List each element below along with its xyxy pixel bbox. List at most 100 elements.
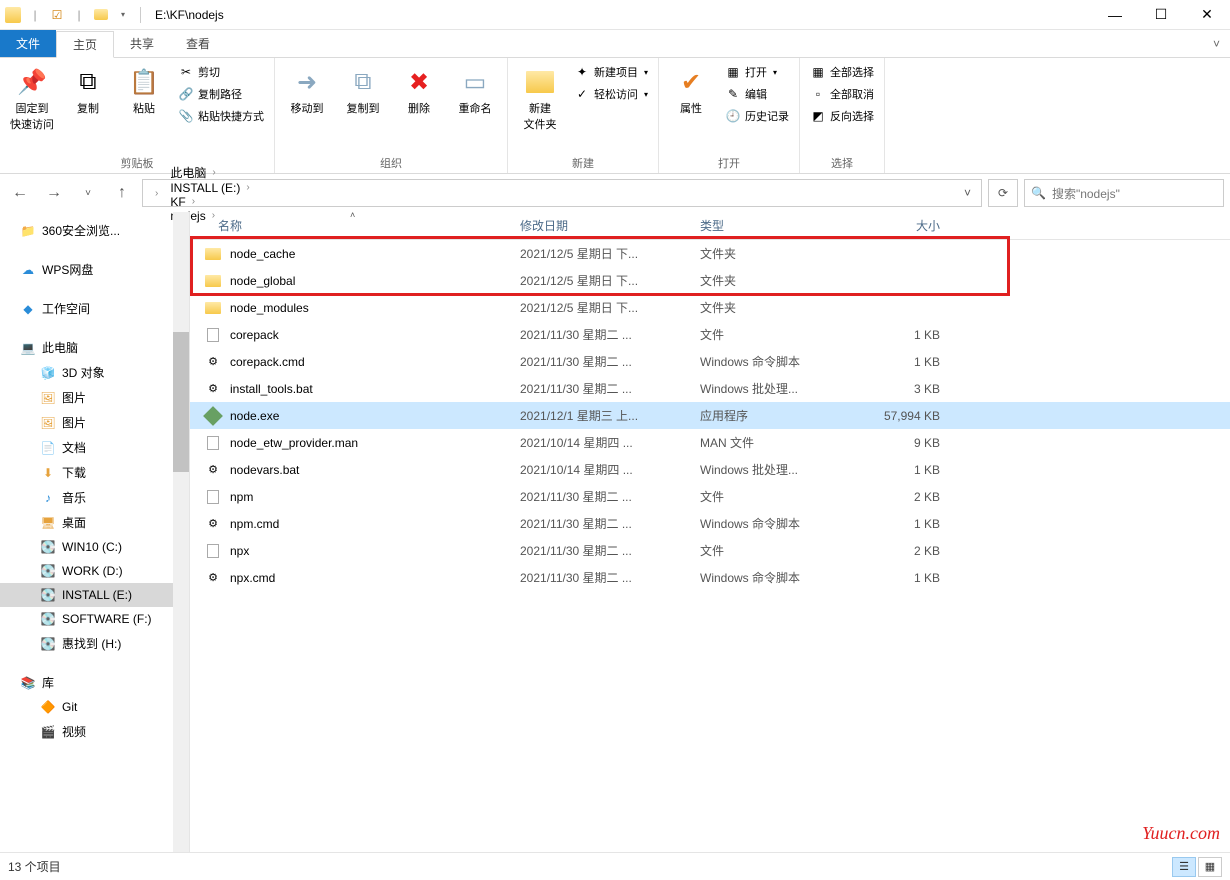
file-size: 1 KB (860, 328, 960, 342)
file-row[interactable]: node_etw_provider.man2021/10/14 星期四 ...M… (190, 429, 1230, 456)
paste-button[interactable]: 📋粘贴 (118, 62, 170, 120)
tree-item[interactable]: 📁360安全浏览... (0, 218, 189, 243)
copyto-button[interactable]: ⧉复制到 (337, 62, 389, 120)
file-row[interactable]: npx2021/11/30 星期二 ...文件2 KB (190, 537, 1230, 564)
delete-button[interactable]: ✖删除 (393, 62, 445, 120)
edit-button[interactable]: ✎编辑 (721, 84, 793, 104)
file-name: node.exe (230, 409, 520, 423)
selectnone-button[interactable]: ▫全部取消 (806, 84, 878, 104)
selectinvert-button[interactable]: ◩反向选择 (806, 106, 878, 126)
file-date: 2021/11/30 星期二 ... (520, 569, 700, 586)
file-row[interactable]: ⚙npx.cmd2021/11/30 星期二 ...Windows 命令脚本1 … (190, 564, 1230, 591)
tree-item[interactable]: 💻此电脑 (0, 335, 189, 360)
file-row[interactable]: node_global2021/12/5 星期日 下...文件夹 (190, 267, 1230, 294)
file-row[interactable]: ⚙nodevars.bat2021/10/14 星期四 ...Windows 批… (190, 456, 1230, 483)
history-button[interactable]: 🕘历史记录 (721, 106, 793, 126)
cut-button[interactable]: ✂剪切 (174, 62, 268, 82)
file-name: npx (230, 544, 520, 558)
tree-item[interactable]: 🧊3D 对象 (0, 360, 189, 385)
tree-label: 桌面 (62, 514, 86, 531)
tree-label: 360安全浏览... (42, 222, 120, 239)
tree-item[interactable]: 🖥桌面 (0, 510, 189, 535)
file-date: 2021/11/30 星期二 ... (520, 353, 700, 370)
breadcrumb-item[interactable]: INSTALL (E:)› (166, 181, 253, 195)
scrollbar[interactable] (173, 212, 189, 852)
tree-item[interactable]: ◆工作空间 (0, 296, 189, 321)
col-type[interactable]: 类型 (700, 217, 860, 234)
file-name: node_etw_provider.man (230, 436, 520, 450)
refresh-button[interactable]: ⟳ (988, 179, 1018, 207)
file-row[interactable]: corepack2021/11/30 星期二 ...文件1 KB (190, 321, 1230, 348)
col-name[interactable]: 名称 (190, 217, 520, 234)
tree-item[interactable]: 🖼图片 (0, 385, 189, 410)
close-button[interactable]: ✕ (1184, 0, 1230, 30)
tree-item[interactable]: 🔶Git (0, 695, 189, 719)
crumb-root[interactable]: › (151, 188, 162, 199)
tree-item[interactable]: 💽惠找到 (H:) (0, 631, 189, 656)
tab-view[interactable]: 查看 (170, 30, 226, 57)
address-dropdown[interactable]: ˅ (958, 186, 977, 200)
scrollbar-thumb[interactable] (173, 332, 189, 472)
moveto-button[interactable]: ➜移动到 (281, 62, 333, 120)
address-row: ← → ˅ ↑ › 此电脑›INSTALL (E:)›KF›nodejs› ˅ … (0, 174, 1230, 212)
breadcrumb-item[interactable]: KF› (166, 195, 253, 209)
address-bar[interactable]: › 此电脑›INSTALL (E:)›KF›nodejs› ˅ (142, 179, 982, 207)
tab-home[interactable]: 主页 (56, 31, 114, 58)
file-row[interactable]: node.exe2021/12/1 星期三 上...应用程序57,994 KB (190, 402, 1230, 429)
qat-dropdown[interactable]: ▾ (114, 6, 132, 24)
search-input[interactable]: 🔍 搜索"nodejs" (1024, 179, 1224, 207)
maximize-button[interactable]: ☐ (1138, 0, 1184, 30)
tree-item[interactable]: 💽WORK (D:) (0, 559, 189, 583)
minimize-button[interactable]: — (1092, 0, 1138, 30)
tree-item[interactable]: ⬇下载 (0, 460, 189, 485)
checkbox-icon[interactable]: ☑ (48, 6, 66, 24)
forward-button[interactable]: → (40, 179, 68, 207)
check-icon: ✔ (675, 66, 707, 98)
paste-icon: 📋 (128, 66, 160, 98)
file-row[interactable]: node_cache2021/12/5 星期日 下...文件夹 (190, 240, 1230, 267)
dl-icon: ⬇ (40, 465, 56, 481)
file-date: 2021/10/14 星期四 ... (520, 434, 700, 451)
tree-item[interactable]: 💽INSTALL (E:) (0, 583, 189, 607)
separator (140, 7, 141, 23)
tab-share[interactable]: 共享 (114, 30, 170, 57)
copypath-button[interactable]: 🔗复制路径 (174, 84, 268, 104)
copy-button[interactable]: ⧉复制 (62, 62, 114, 120)
file-row[interactable]: npm2021/11/30 星期二 ...文件2 KB (190, 483, 1230, 510)
pin-button[interactable]: 📌固定到 快速访问 (6, 62, 58, 136)
col-size[interactable]: 大小 (860, 217, 960, 234)
tree-item[interactable]: 🎬视频 (0, 719, 189, 744)
cloud-icon: ☁ (20, 262, 36, 278)
tab-file[interactable]: 文件 (0, 30, 56, 57)
collapse-ribbon-button[interactable]: ˅ (1203, 37, 1230, 51)
tree-item[interactable]: ☁WPS网盘 (0, 257, 189, 282)
back-button[interactable]: ← (6, 179, 34, 207)
thumbnails-view-button[interactable]: ▦ (1198, 857, 1222, 877)
breadcrumb-item[interactable]: 此电脑› (166, 164, 253, 181)
easyaccess-button[interactable]: ✓轻松访问▾ (570, 84, 652, 104)
selectall-button[interactable]: ▦全部选择 (806, 62, 878, 82)
chevron-right-icon: › (155, 188, 158, 199)
newitem-button[interactable]: ✦新建项目▾ (570, 62, 652, 82)
vid-icon: 🎬 (40, 724, 56, 740)
properties-button[interactable]: ✔属性 (665, 62, 717, 120)
details-view-button[interactable]: ☰ (1172, 857, 1196, 877)
tree-item[interactable]: 🖼图片 (0, 410, 189, 435)
recent-dropdown[interactable]: ˅ (74, 179, 102, 207)
rename-button[interactable]: ▭重命名 (449, 62, 501, 120)
tree-item[interactable]: 💽SOFTWARE (F:) (0, 607, 189, 631)
open-button[interactable]: ▦打开▾ (721, 62, 793, 82)
tree-item[interactable]: 📄文档 (0, 435, 189, 460)
file-row[interactable]: node_modules2021/12/5 星期日 下...文件夹 (190, 294, 1230, 321)
pasteshortcut-button[interactable]: 📎粘贴快捷方式 (174, 106, 268, 126)
up-button[interactable]: ↑ (108, 179, 136, 207)
file-row[interactable]: ⚙install_tools.bat2021/11/30 星期二 ...Wind… (190, 375, 1230, 402)
cmd-icon: ⚙ (204, 380, 222, 398)
file-row[interactable]: ⚙npm.cmd2021/11/30 星期二 ...Windows 命令脚本1 … (190, 510, 1230, 537)
tree-item[interactable]: 📚库 (0, 670, 189, 695)
newfolder-button[interactable]: 新建 文件夹 (514, 62, 566, 136)
tree-item[interactable]: 💽WIN10 (C:) (0, 535, 189, 559)
col-date[interactable]: 修改日期 (520, 217, 700, 234)
tree-item[interactable]: ♪音乐 (0, 485, 189, 510)
file-row[interactable]: ⚙corepack.cmd2021/11/30 星期二 ...Windows 命… (190, 348, 1230, 375)
